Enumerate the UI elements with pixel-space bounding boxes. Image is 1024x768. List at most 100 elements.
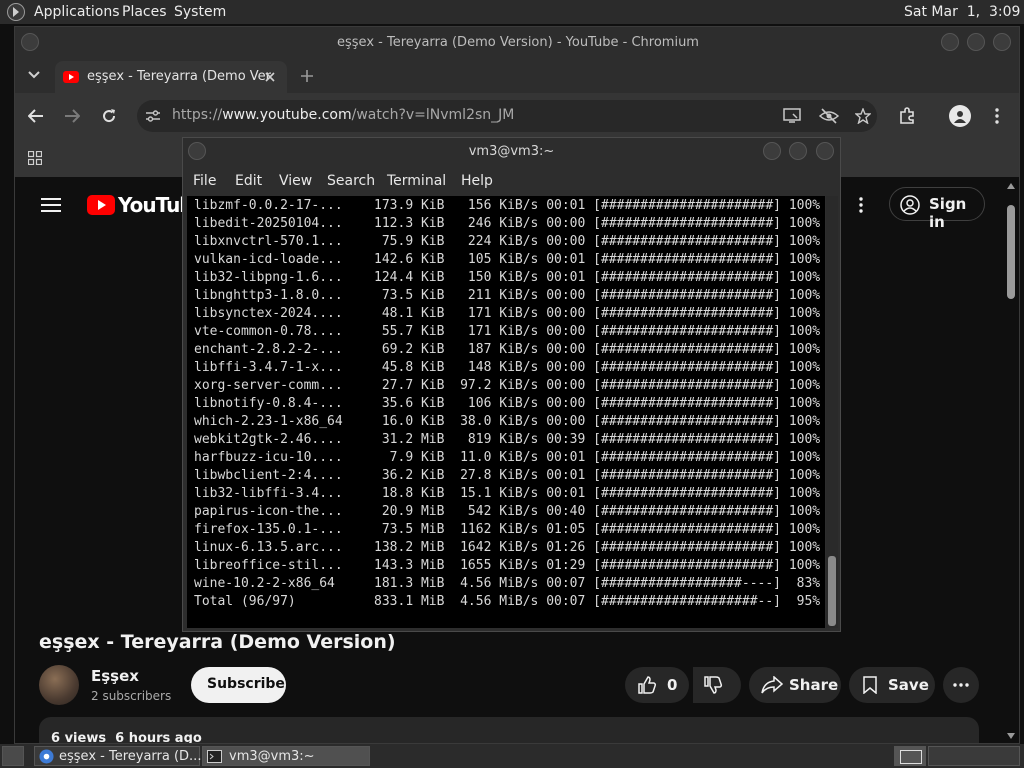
bookmark-star-icon[interactable] [855, 108, 871, 124]
youtube-favicon-icon [63, 71, 79, 83]
thumbs-down-icon [704, 676, 723, 694]
url-scheme: https:// [172, 107, 223, 123]
terminal-line: harfbuzz-icu-10.... 7.9 KiB 11.0 KiB/s 0… [194, 450, 821, 465]
terminal-line: firefox-135.0.1-... 73.5 MiB 1162 KiB/s … [194, 522, 821, 537]
terminal-line: which-2.23-1-x86_64 16.0 KiB 38.0 KiB/s … [194, 414, 821, 429]
terminal-line: enchant-2.8.2-2-... 69.2 KiB 187 KiB/s 0… [194, 342, 821, 357]
terminal-menu-view[interactable]: View [279, 173, 312, 189]
taskbar-label-chromium: eşşex - Tereyarra (D... [59, 749, 202, 764]
back-arrow-icon[interactable] [28, 109, 44, 123]
terminal-menu-file[interactable]: File [193, 173, 216, 189]
terminal-title: vm3@vm3:~ [468, 144, 555, 159]
extensions-puzzle-icon[interactable] [899, 107, 917, 125]
video-title: eşşex - Tereyarra (Demo Version) [39, 631, 396, 653]
system-menu[interactable]: System [174, 4, 226, 20]
eye-off-icon[interactable] [819, 108, 839, 124]
more-horizontal-icon [953, 683, 969, 687]
browser-titlebar: eşşex - Tereyarra (Demo Version) - YouTu… [15, 27, 1019, 57]
scroll-up-arrow-icon[interactable] [1007, 183, 1015, 189]
terminal-line: libffi-3.4.7-1-x... 45.8 KiB 148 KiB/s 0… [194, 360, 821, 375]
account-circle-icon [900, 195, 920, 215]
url-text: https://www.youtube.com/watch?v=lNvml2sn… [172, 107, 514, 123]
window-title: eşşex - Tereyarra (Demo Version) - YouTu… [337, 35, 699, 50]
like-button[interactable]: 0 [625, 667, 689, 703]
minimize-button[interactable] [941, 33, 959, 51]
terminal-window: vm3@vm3:~ File Edit View Search Terminal… [182, 137, 841, 632]
terminal-scrollbar[interactable] [826, 196, 838, 628]
gnome-foot-icon[interactable] [6, 2, 26, 22]
terminal-line: papirus-icon-the... 20.9 MiB 542 KiB/s 0… [194, 504, 821, 519]
terminal-menu-help[interactable]: Help [461, 173, 493, 189]
sign-in-button[interactable]: Sign in [889, 187, 985, 231]
page-scrollbar[interactable] [1007, 205, 1015, 299]
save-label: Save [888, 676, 929, 694]
show-desktop-button[interactable] [2, 746, 24, 766]
site-settings-icon[interactable] [145, 109, 161, 123]
terminal-text: libzmf-0.0.2-17-... 173.9 KiB 156 KiB/s … [194, 197, 820, 611]
dislike-button[interactable] [693, 667, 741, 703]
taskbar-item-terminal[interactable]: vm3@vm3:~ [202, 746, 370, 766]
more-actions-button[interactable] [943, 667, 979, 703]
channel-avatar[interactable] [39, 665, 79, 705]
tab-title: eşşex - Tereyarra (Demo Ver [87, 69, 272, 84]
workspace-switcher[interactable] [894, 746, 926, 766]
youtube-logo-icon [87, 195, 115, 215]
subscribe-button[interactable]: Subscribe [191, 667, 286, 703]
tab-close-icon[interactable] [264, 71, 276, 83]
close-window-button[interactable] [993, 33, 1011, 51]
description-box[interactable]: 6 views 6 hours ago [39, 717, 979, 743]
terminal-line: libzmf-0.0.2-17-... 173.9 KiB 156 KiB/s … [194, 198, 821, 213]
profile-avatar-icon[interactable] [949, 105, 971, 127]
like-count: 0 [667, 676, 678, 694]
kebab-menu-icon[interactable] [994, 108, 1000, 124]
terminal-titlebar: vm3@vm3:~ [183, 138, 840, 166]
terminal-line: libnghttp3-1.8.0... 73.5 KiB 211 KiB/s 0… [194, 288, 821, 303]
save-button[interactable]: Save [849, 667, 935, 703]
terminal-close-button[interactable] [816, 142, 834, 160]
clock[interactable]: Sat Mar 1, 3:09 PM [904, 4, 1024, 20]
terminal-line: lib32-libffi-3.4... 18.8 KiB 15.1 KiB/s … [194, 486, 821, 501]
reload-icon[interactable] [101, 108, 117, 124]
terminal-line: libsynctex-2024.... 48.1 KiB 171 KiB/s 0… [194, 306, 821, 321]
channel-name[interactable]: Eşşex [91, 667, 139, 685]
terminal-menu-terminal[interactable]: Terminal [387, 173, 446, 189]
apps-grid-icon[interactable] [28, 151, 42, 165]
chromium-icon [39, 749, 54, 764]
places-menu[interactable]: Places [122, 4, 167, 20]
tab-strip: eşşex - Tereyarra (Demo Ver [15, 57, 1019, 93]
terminal-menu-edit[interactable]: Edit [235, 173, 262, 189]
youtube-logo[interactable]: YouTube [87, 193, 206, 217]
terminal-line: libedit-20250104... 112.3 KiB 246 KiB/s … [194, 216, 821, 231]
browser-tab[interactable]: eşşex - Tereyarra (Demo Ver [55, 61, 287, 93]
terminal-line: vte-common-0.78.... 55.7 KiB 171 KiB/s 0… [194, 324, 821, 339]
new-tab-plus-icon[interactable] [300, 69, 314, 83]
applications-menu[interactable]: Applications [34, 4, 120, 20]
settings-more-icon[interactable] [858, 197, 864, 213]
workspace-switcher-2[interactable] [928, 746, 1020, 766]
terminal-output[interactable]: libzmf-0.0.2-17-... 173.9 KiB 156 KiB/s … [187, 196, 825, 628]
terminal-line: webkit2gtk-2.46.... 31.2 MiB 819 KiB/s 0… [194, 432, 821, 447]
url-domain: www.youtube.com [222, 107, 352, 123]
terminal-maximize-button[interactable] [789, 142, 807, 160]
terminal-line: Total (96/97) 833.1 MiB 4.56 MiB/s 00:07… [194, 594, 821, 609]
terminal-menu-search[interactable]: Search [327, 173, 375, 189]
share-label: Share [789, 676, 839, 694]
forward-arrow-icon[interactable] [64, 109, 80, 123]
terminal-line: linux-6.13.5.arc... 138.2 MiB 1642 KiB/s… [194, 540, 821, 555]
cast-install-icon[interactable] [783, 108, 801, 124]
terminal-line: libxnvctrl-570.1... 75.9 KiB 224 KiB/s 0… [194, 234, 821, 249]
terminal-line: libwbclient-2:4.... 36.2 KiB 27.8 KiB/s … [194, 468, 821, 483]
terminal-line: libnotify-0.8.4-... 35.6 KiB 106 KiB/s 0… [194, 396, 821, 411]
address-bar[interactable]: https://www.youtube.com/watch?v=lNvml2sn… [137, 100, 877, 132]
taskbar-item-chromium[interactable]: eşşex - Tereyarra (D... [34, 746, 202, 766]
hamburger-menu-icon[interactable] [41, 197, 61, 213]
taskbar-label-terminal: vm3@vm3:~ [229, 749, 315, 764]
terminal-scroll-thumb[interactable] [828, 556, 836, 626]
terminal-minimize-button[interactable] [763, 142, 781, 160]
share-button[interactable]: Share [749, 667, 841, 703]
terminal-icon [207, 750, 222, 763]
tab-search-chevron-icon[interactable] [27, 69, 41, 81]
scroll-down-arrow-icon[interactable] [1007, 733, 1015, 739]
share-arrow-icon [761, 676, 783, 694]
maximize-button[interactable] [967, 33, 985, 51]
